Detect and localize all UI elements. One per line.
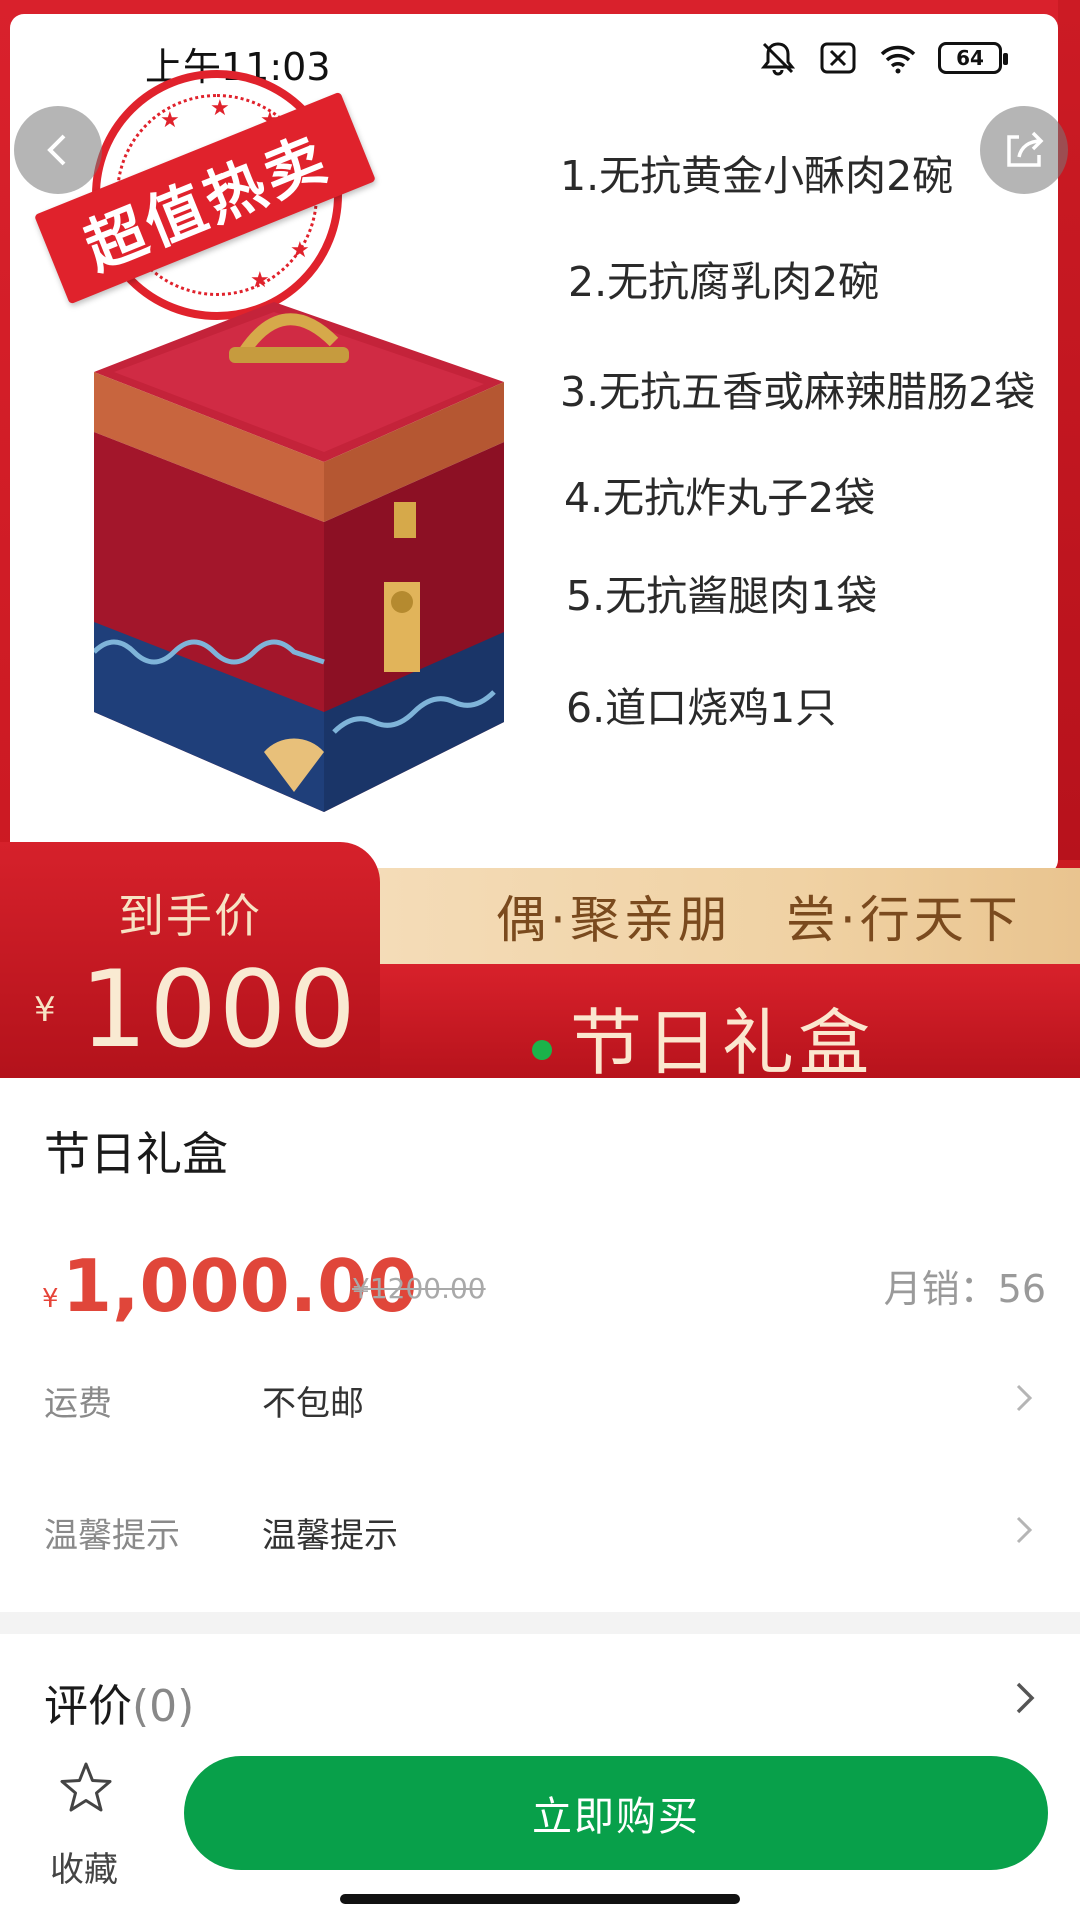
stamp-star-icon: ★ — [160, 108, 180, 133]
mute-bell-icon — [760, 42, 796, 76]
product-detail-page: 上午11:03 64 ★ ★ ★ ★ 超值热卖 1.无抗黄金小酥肉2碗 2.无抗… — [0, 0, 1080, 1920]
promo-slogan: 偶·聚亲朋 尝·行天下 — [496, 891, 1022, 949]
chevron-right-icon — [1016, 1384, 1033, 1412]
tips-value: 温馨提示 — [262, 1516, 398, 1556]
chevron-right-icon — [1016, 1516, 1033, 1544]
gift-content-item: 5.无抗酱腿肉1袋 — [566, 572, 878, 620]
star-icon — [60, 1762, 112, 1812]
share-icon — [1007, 131, 1044, 167]
share-button[interactable] — [980, 106, 1068, 194]
battery-indicator: 64 — [938, 42, 1008, 74]
reviews-count: (0) — [132, 1681, 195, 1732]
buy-now-button[interactable]: 立即购买 — [184, 1756, 1048, 1870]
gift-content-item: 1.无抗黄金小酥肉2碗 — [560, 152, 954, 200]
shipping-value: 不包邮 — [262, 1384, 364, 1424]
gift-content-item: 4.无抗炸丸子2袋 — [564, 474, 876, 522]
product-title: 节日礼盒 — [44, 1127, 228, 1181]
status-icons: 64 — [758, 38, 1008, 78]
shipping-label: 运费 — [44, 1384, 112, 1424]
chevron-left-icon — [47, 134, 66, 166]
original-price: ¥1200.00 — [352, 1272, 486, 1305]
price-currency: ¥ — [42, 1284, 59, 1314]
shipping-row[interactable]: 运费 不包邮 — [0, 1346, 1080, 1446]
stamp-star-icon: ★ — [290, 238, 310, 263]
reviews-heading: 评价(0) — [44, 1670, 194, 1734]
reviews-label: 评价 — [44, 1681, 132, 1732]
section-divider — [0, 1612, 1080, 1634]
home-indicator[interactable] — [340, 1894, 740, 1904]
price-row: ¥ 1,000.00 ¥1200.00 月销：56 — [42, 1244, 1052, 1328]
chevron-right-icon — [1016, 1682, 1035, 1714]
product-hero-image: 上午11:03 64 ★ ★ ★ ★ 超值热卖 1.无抗黄金小酥肉2碗 2.无抗… — [0, 0, 1080, 1078]
promo-product-name: 节日礼盒 — [570, 1001, 875, 1078]
stamp-star-icon: ★ — [210, 96, 230, 121]
gift-content-item: 3.无抗五香或麻辣腊肠2袋 — [560, 368, 1036, 416]
carousel-indicator-dot — [532, 1040, 552, 1060]
gift-content-item: 6.道口烧鸡1只 — [566, 684, 837, 732]
tips-label: 温馨提示 — [44, 1516, 180, 1556]
stamp-star-icon: ★ — [250, 268, 270, 293]
reviews-row[interactable]: 评价(0) — [0, 1660, 1080, 1750]
tips-row[interactable]: 温馨提示 温馨提示 — [0, 1478, 1080, 1578]
gift-content-item: 2.无抗腐乳肉2碗 — [568, 258, 880, 306]
promo-currency: ¥ — [34, 990, 56, 1030]
bottom-action-bar: 收藏 立即购买 — [0, 1740, 1080, 1920]
favorite-label: 收藏 — [50, 1850, 118, 1890]
monthly-sales: 月销：56 — [883, 1267, 1046, 1311]
gift-box-illustration — [94, 302, 504, 812]
favorite-button[interactable]: 收藏 — [46, 1760, 136, 1890]
promo-price: 1000 — [80, 948, 358, 1071]
sim-disabled-icon — [820, 42, 856, 74]
back-button[interactable] — [14, 106, 102, 194]
promo-price-label: 到手价 — [118, 889, 262, 943]
wifi-icon — [880, 45, 916, 74]
